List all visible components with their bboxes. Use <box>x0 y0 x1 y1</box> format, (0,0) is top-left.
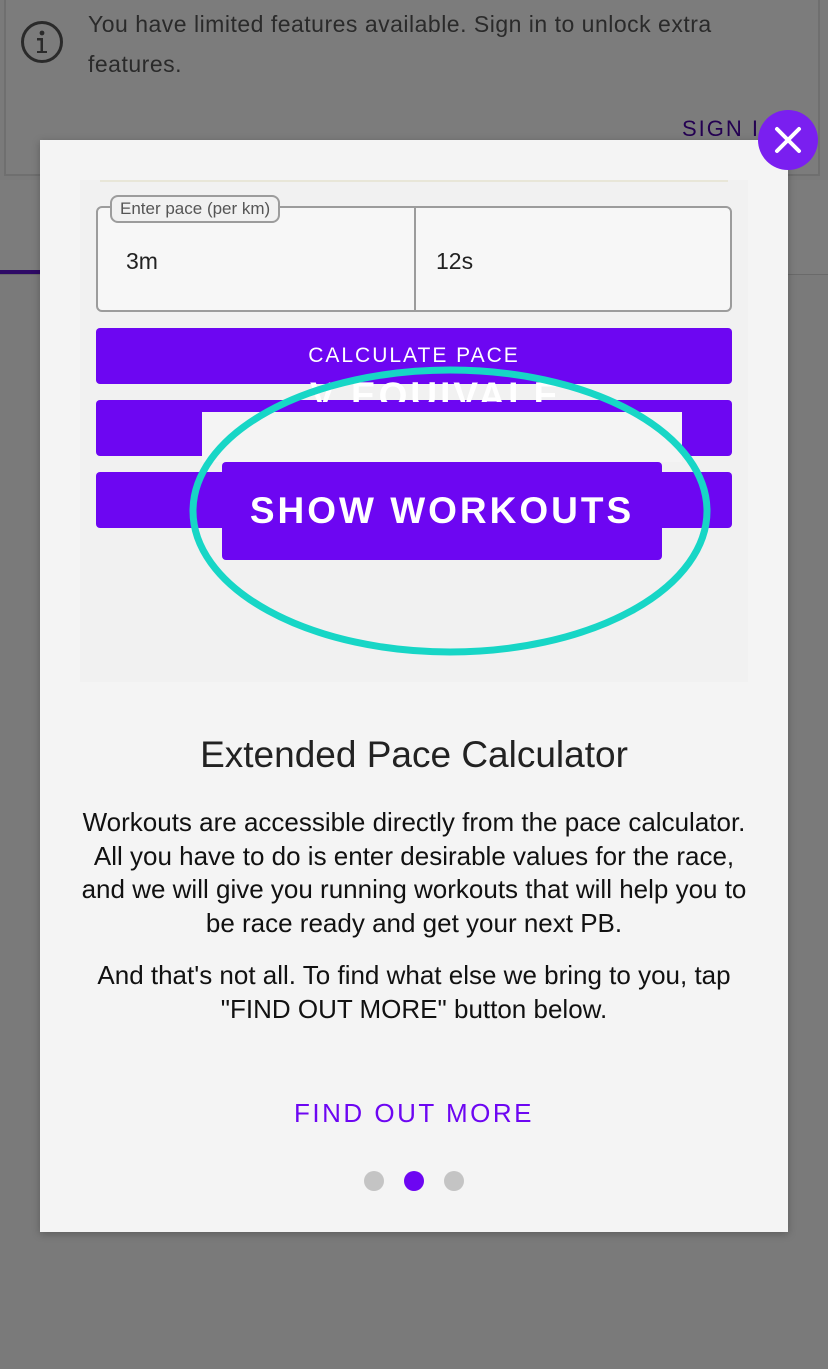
screen: You have limited features available. Sig… <box>0 0 828 1369</box>
dialog-paragraph-1: Workouts are accessible directly from th… <box>81 807 747 938</box>
zoom-gap <box>202 412 682 462</box>
show-workouts-zoom: SHOW WORKOUTS <box>222 462 662 560</box>
close-icon <box>773 125 803 155</box>
pace-minutes-field: 3m <box>126 248 158 274</box>
sign-in-button[interactable]: SIGN I <box>682 116 760 142</box>
page-indicator <box>40 1171 788 1191</box>
feature-illustration: 3m 12s Enter pace (per km) CALCULATE PAC… <box>80 180 748 682</box>
find-out-more-button[interactable]: FIND OUT MORE <box>40 1098 788 1129</box>
dialog-paragraph-2: And that's not all. To find what else we… <box>97 960 731 1024</box>
dialog-title: Extended Pace Calculator <box>200 734 628 775</box>
page-dot-2[interactable] <box>404 1171 424 1191</box>
dialog-body: Workouts are accessible directly from th… <box>76 806 752 1045</box>
page-dot-3[interactable] <box>444 1171 464 1191</box>
equivalents-zoom-text: V EQUIVALE <box>310 375 562 402</box>
pace-field-divider <box>414 208 416 310</box>
pace-input-label: Enter pace (per km) <box>110 195 281 223</box>
banner-message: You have limited features available. Sig… <box>88 11 712 77</box>
pace-seconds-field: 12s <box>436 248 474 274</box>
feature-dialog: 3m 12s Enter pace (per km) CALCULATE PAC… <box>40 140 788 1232</box>
equivalents-zoom-fragment: V EQUIVALE <box>310 366 590 402</box>
info-icon <box>20 20 64 64</box>
close-button[interactable] <box>758 110 818 170</box>
page-dot-1[interactable] <box>364 1171 384 1191</box>
illustration-top-line <box>100 180 728 182</box>
